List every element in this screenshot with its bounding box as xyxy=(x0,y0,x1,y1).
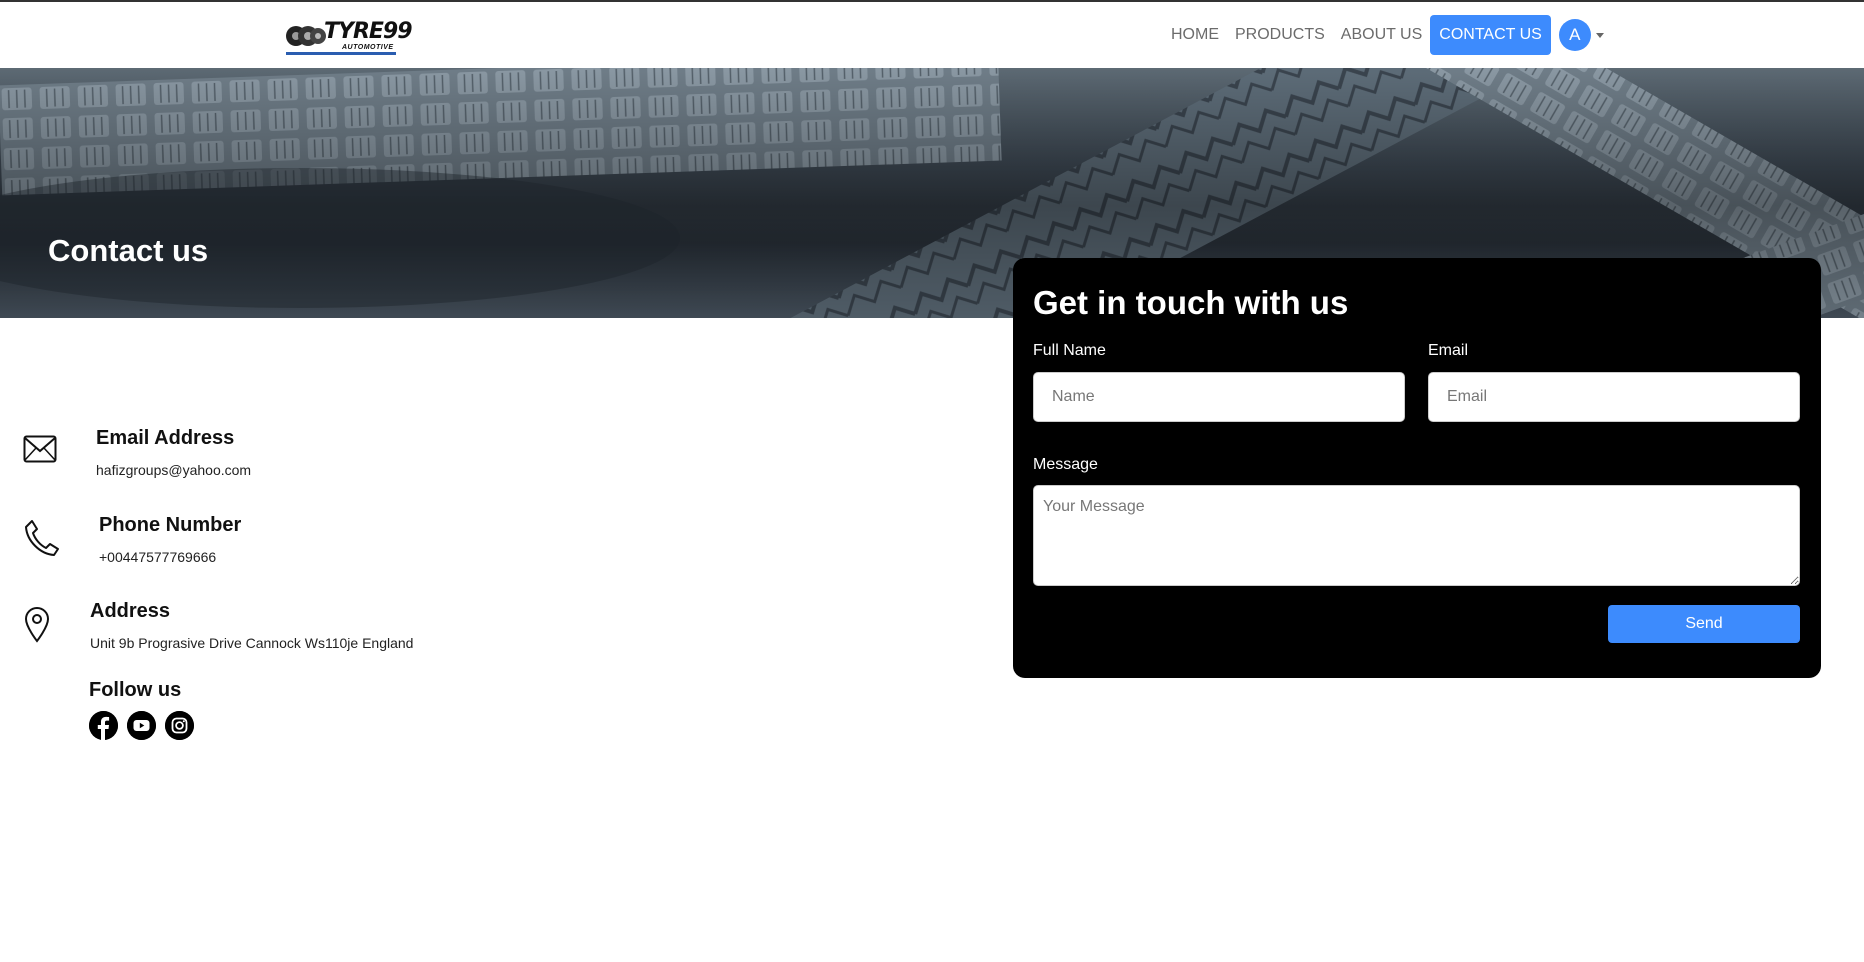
envelope-icon xyxy=(23,435,57,463)
page-title: Contact us xyxy=(48,233,209,268)
email-input[interactable] xyxy=(1428,372,1800,422)
nav-products[interactable]: PRODUCTS xyxy=(1227,15,1333,55)
youtube-icon[interactable] xyxy=(127,711,156,740)
location-pin-icon xyxy=(24,607,50,643)
message-label: Message xyxy=(1033,456,1098,473)
brand-logo[interactable]: TYRE99 AUTOMOTIVE xyxy=(286,14,413,56)
social-links xyxy=(89,711,194,740)
main-nav: HOME PRODUCTS ABOUT US CONTACT US A xyxy=(1163,15,1604,55)
form-title: Get in touch with us xyxy=(1033,284,1349,321)
nav-home[interactable]: HOME xyxy=(1163,15,1227,55)
user-menu[interactable]: A xyxy=(1558,19,1604,51)
tyres-logo-icon xyxy=(286,26,326,46)
email-value[interactable]: hafizgroups@yahoo.com xyxy=(96,462,251,478)
instagram-icon[interactable] xyxy=(165,711,194,740)
phone-title: Phone Number xyxy=(99,514,242,536)
navbar: TYRE99 AUTOMOTIVE HOME PRODUCTS ABOUT US… xyxy=(0,2,1864,68)
brand-subtitle: AUTOMOTIVE xyxy=(342,44,394,51)
email-label: Email xyxy=(1428,342,1469,359)
brand-underline xyxy=(286,52,396,55)
follow-us-title: Follow us xyxy=(89,679,182,701)
address-title: Address xyxy=(90,600,171,622)
nav-about-us[interactable]: ABOUT US xyxy=(1333,15,1431,55)
full-name-label: Full Name xyxy=(1033,342,1106,359)
avatar[interactable]: A xyxy=(1558,19,1591,51)
send-button[interactable]: Send xyxy=(1608,605,1800,643)
email-title: Email Address xyxy=(96,427,235,449)
brand-name: TYRE99 xyxy=(324,19,413,44)
address-value: Unit 9b Prograsive Drive Cannock Ws110je… xyxy=(90,635,414,651)
contact-form-card: Get in touch with us Full Name Email Mes… xyxy=(1013,258,1821,678)
message-textarea[interactable] xyxy=(1033,485,1800,586)
phone-icon xyxy=(25,520,59,556)
facebook-icon[interactable] xyxy=(89,711,118,740)
full-name-input[interactable] xyxy=(1033,372,1405,422)
nav-contact-us[interactable]: CONTACT US xyxy=(1430,15,1551,55)
phone-value[interactable]: +00447577769666 xyxy=(99,549,216,565)
chevron-down-icon[interactable] xyxy=(1595,32,1604,38)
